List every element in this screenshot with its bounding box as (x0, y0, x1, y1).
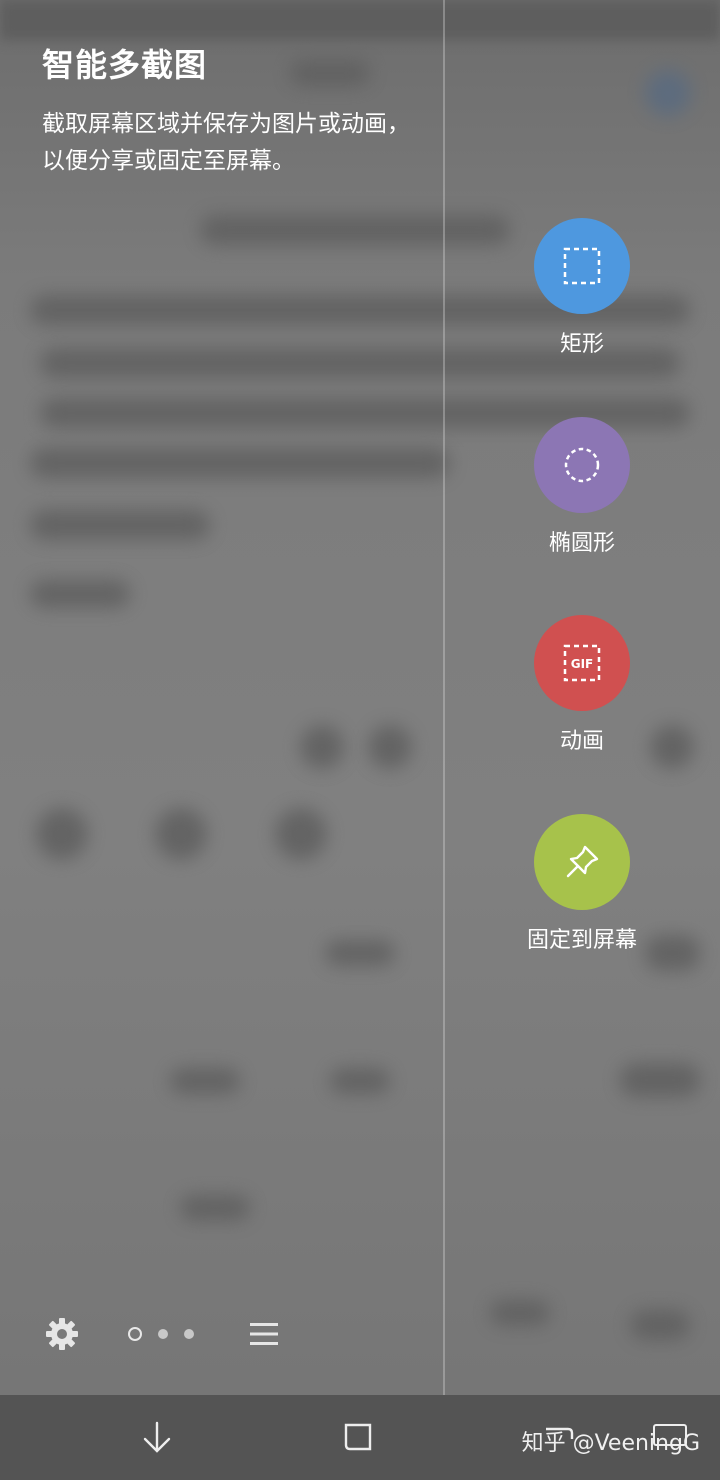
back-icon[interactable] (135, 1415, 179, 1459)
dashed-rectangle-icon (563, 247, 601, 285)
watermark-text: 知乎 @VeeningG (521, 1431, 700, 1456)
panel-divider (443, 0, 445, 1395)
panel-description: 截取屏幕区域并保存为图片或动画，以便分享或固定至屏幕。 (42, 111, 410, 174)
rectangle-capture-button[interactable]: 矩形 (482, 218, 682, 358)
gif-label: 动画 (559, 729, 604, 754)
gif-capture-circle[interactable]: GIF (534, 615, 630, 711)
ellipse-capture-circle[interactable] (534, 417, 630, 513)
gif-icon: GIF (563, 644, 601, 682)
page-dot (158, 1329, 168, 1339)
system-nav-bar: 知乎 @VeeningG (0, 1395, 720, 1480)
ellipse-capture-button[interactable]: 椭圆形 (482, 417, 682, 557)
page-dot-current (128, 1327, 142, 1341)
recents-icon[interactable] (336, 1415, 380, 1459)
pin-to-screen-label: 固定到屏幕 (526, 928, 637, 953)
rectangle-capture-circle[interactable] (534, 218, 630, 314)
ellipse-label: 椭圆形 (548, 531, 615, 556)
gif-capture-button[interactable]: GIF 动画 (482, 615, 682, 755)
gear-icon[interactable] (44, 1316, 80, 1352)
dashed-circle-icon (564, 447, 600, 483)
pin-to-screen-button[interactable]: 固定到屏幕 (482, 814, 682, 954)
panel-title: 智能多截图 (42, 46, 208, 84)
page-dot (184, 1329, 194, 1339)
hamburger-icon[interactable] (248, 1318, 280, 1350)
pin-icon (566, 845, 599, 878)
gif-icon-text: GIF (571, 657, 594, 671)
page-indicator (128, 1327, 194, 1341)
rectangle-label: 矩形 (559, 332, 604, 357)
panel-bottom-bar (0, 1300, 440, 1370)
pin-to-screen-circle[interactable] (534, 814, 630, 910)
